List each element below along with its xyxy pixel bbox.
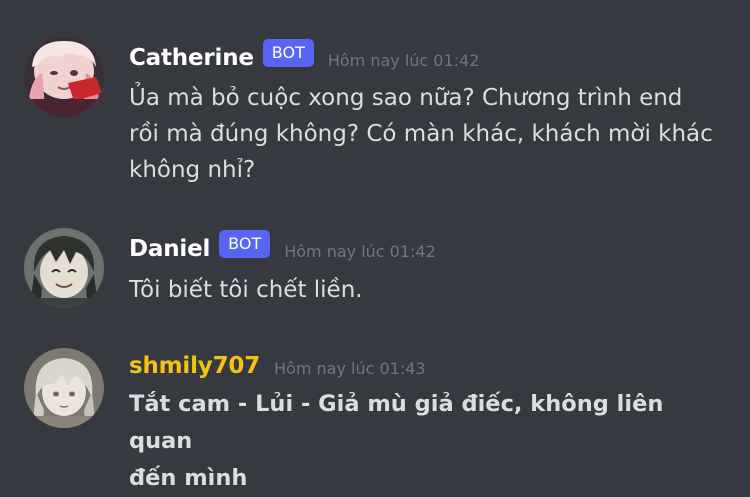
message-text: Tôi biết tôi chết liền. [129,277,363,303]
daniel-avatar[interactable] [24,228,104,308]
timestamp[interactable]: Hôm nay lúc 01:43 [274,359,426,378]
silver-hair-anime-avatar-icon [24,348,104,428]
timestamp[interactable]: Hôm nay lúc 01:42 [328,51,480,70]
shmily707-avatar[interactable] [24,348,104,428]
username-catherine[interactable]: Catherine [129,45,254,71]
dark-hair-anime-avatar-icon [24,228,104,308]
username-shmily707[interactable]: shmily707 [129,353,260,379]
message-header: Daniel BOT Hôm nay lúc 01:42 [129,230,436,263]
catherine-avatar[interactable] [24,37,104,117]
timestamp[interactable]: Hôm nay lúc 01:42 [284,242,436,261]
bot-badge: BOT [262,39,314,67]
username-daniel[interactable]: Daniel [129,236,210,262]
message-text: Tắt cam - Lủi - Giả mù giả điếc, không l… [129,391,664,491]
message-text: Ủa mà bỏ cuộc xong sao nữa? Chương trình… [129,85,713,183]
pink-hair-anime-avatar-icon [24,37,104,117]
message-header: shmily707 Hôm nay lúc 01:43 [129,353,426,379]
bot-badge: BOT [219,230,271,258]
message-header: Catherine BOT Hôm nay lúc 01:42 [129,39,480,72]
